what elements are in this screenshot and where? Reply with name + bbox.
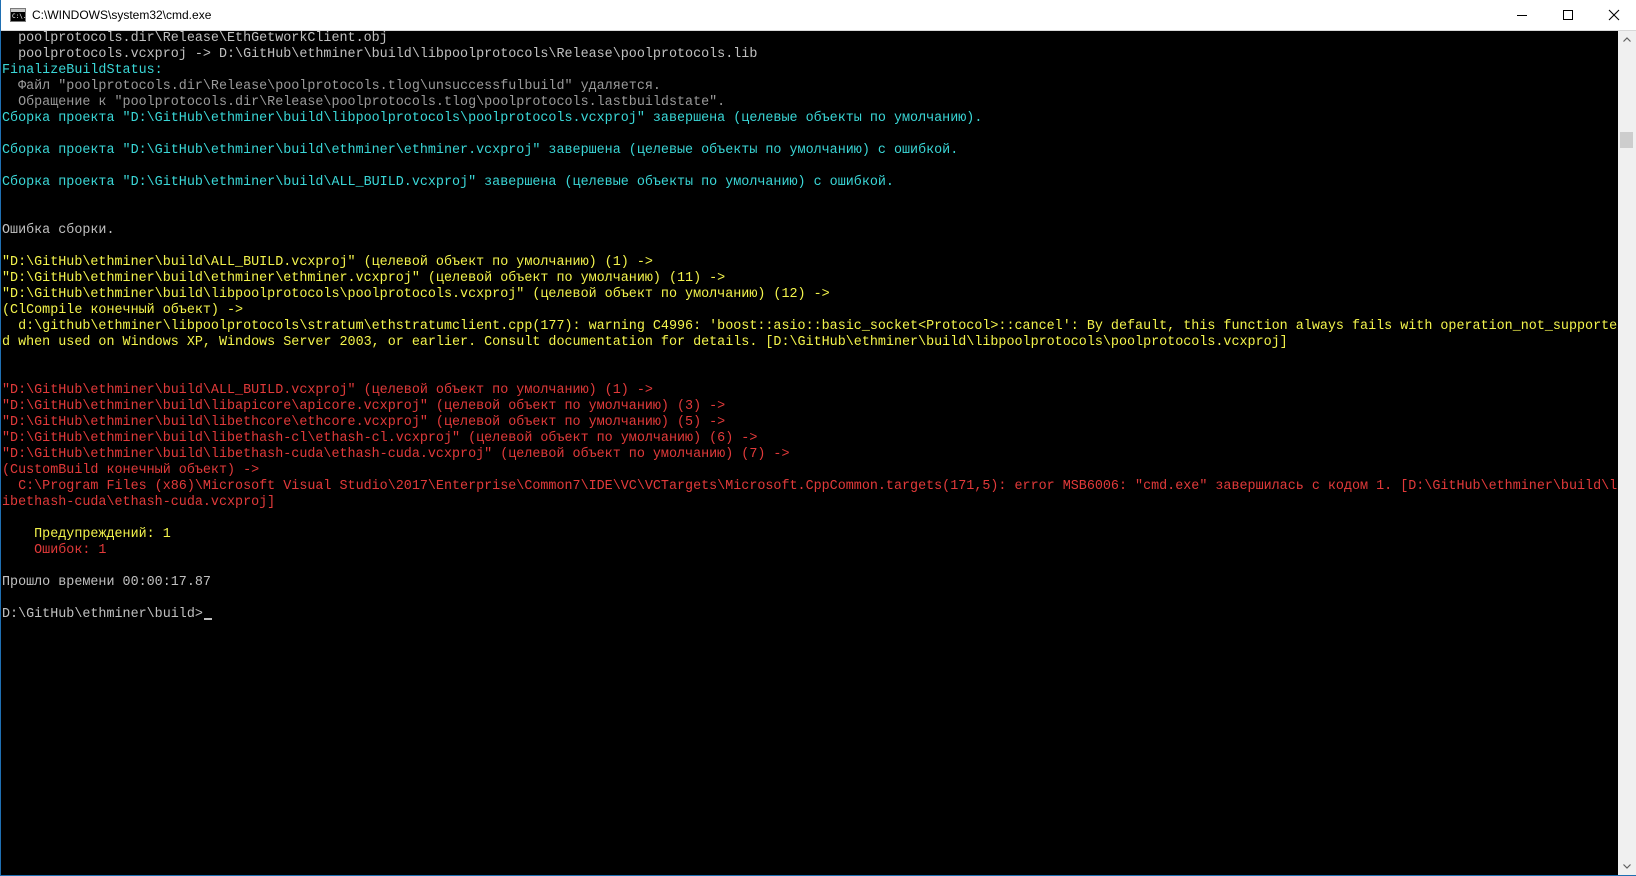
console-line: "D:\GitHub\ethminer\build\libethash-cuda… xyxy=(2,447,790,463)
console-line-text: Файл "poolprotocols.dir\Release\poolprot… xyxy=(2,79,661,94)
chevron-down-icon xyxy=(1623,864,1631,869)
console-line: Предупреждений: 1 xyxy=(2,527,171,543)
console-line: "D:\GitHub\ethminer\build\ethminer\ethmi… xyxy=(2,271,725,287)
console-line: Обращение к "poolprotocols.dir\Release\p… xyxy=(2,95,725,111)
console-app-icon[interactable]: C:\. xyxy=(10,8,26,22)
console-line: Ошибка сборки. xyxy=(2,223,115,239)
console-line-text: ibethash-cuda\ethash-cuda.vcxproj] xyxy=(2,495,276,510)
console-line: (CustomBuild конечный объект) -> xyxy=(2,463,259,479)
console-line-text: "D:\GitHub\ethminer\build\ALL_BUILD.vcxp… xyxy=(2,255,653,270)
console-line: Сборка проекта "D:\GitHub\ethminer\build… xyxy=(2,111,982,127)
command-prompt[interactable]: D:\GitHub\ethminer\build> xyxy=(2,607,212,623)
chevron-up-icon xyxy=(1623,37,1631,42)
console-line: "D:\GitHub\ethminer\build\libapicore\api… xyxy=(2,399,725,415)
vertical-scrollbar[interactable] xyxy=(1618,31,1636,875)
window-title: C:\WINDOWS\system32\cmd.exe xyxy=(32,8,212,22)
console-line: "D:\GitHub\ethminer\build\ALL_BUILD.vcxp… xyxy=(2,383,653,399)
console-line-text: Предупреждений: 1 xyxy=(2,527,171,542)
console-line: Прошло времени 00:00:17.87 xyxy=(2,575,211,591)
console-line: poolprotocols.vcxproj -> D:\GitHub\ethmi… xyxy=(2,47,757,63)
scroll-up-button[interactable] xyxy=(1618,31,1636,48)
scroll-down-button[interactable] xyxy=(1618,858,1636,875)
console-line: Сборка проекта "D:\GitHub\ethminer\build… xyxy=(2,143,958,159)
console-app-icon-text: C:\. xyxy=(12,13,27,20)
minimize-icon xyxy=(1517,15,1527,16)
console-line: C:\Program Files (x86)\Microsoft Visual … xyxy=(2,479,1617,495)
console-line: "D:\GitHub\ethminer\build\libethash-cl\e… xyxy=(2,431,757,447)
console-line-text: d:\github\ethminer\libpoolprotocols\stra… xyxy=(2,319,1618,334)
console-line-text: (ClCompile конечный объект) -> xyxy=(2,303,244,318)
console-line-text: "D:\GitHub\ethminer\build\libethcore\eth… xyxy=(2,415,726,430)
console-line-text: C:\Program Files (x86)\Microsoft Visual … xyxy=(2,479,1618,494)
console-line: d when used on Windows XP, Windows Serve… xyxy=(2,335,1288,351)
console-line-text: Сборка проекта "D:\GitHub\ethminer\build… xyxy=(2,143,959,158)
console-line: "D:\GitHub\ethminer\build\libpoolprotoco… xyxy=(2,287,830,303)
maximize-icon xyxy=(1563,10,1573,20)
scroll-thumb[interactable] xyxy=(1620,132,1633,148)
console-line-text: "D:\GitHub\ethminer\build\libapicore\api… xyxy=(2,399,726,414)
console-line-text: "D:\GitHub\ethminer\build\ALL_BUILD.vcxp… xyxy=(2,383,653,398)
title-bar[interactable]: C:\. C:\WINDOWS\system32\cmd.exe xyxy=(1,0,1636,31)
console-line: poolprotocols.dir\Release\EthGetworkClie… xyxy=(2,31,388,47)
close-icon xyxy=(1608,9,1620,21)
console-line-text: D:\GitHub\ethminer\build> xyxy=(2,607,203,622)
console-line-text: Ошибок: 1 xyxy=(2,543,107,558)
console-line-text: "D:\GitHub\ethminer\build\libethash-cl\e… xyxy=(2,431,758,446)
close-button[interactable] xyxy=(1591,0,1636,30)
console-line: (ClCompile конечный объект) -> xyxy=(2,303,243,319)
console-line-text: Ошибка сборки. xyxy=(2,223,115,238)
console-line-text: d when used on Windows XP, Windows Serve… xyxy=(2,335,1288,350)
console-line-text: Обращение к "poolprotocols.dir\Release\p… xyxy=(2,95,726,110)
console-line-text: (CustomBuild конечный объект) -> xyxy=(2,463,260,478)
console-line: "D:\GitHub\ethminer\build\ALL_BUILD.vcxp… xyxy=(2,255,653,271)
console-line: d:\github\ethminer\libpoolprotocols\stra… xyxy=(2,319,1617,335)
console-line-text: Прошло времени 00:00:17.87 xyxy=(2,575,211,590)
console-line: FinalizeBuildStatus: xyxy=(2,63,163,79)
console-line-text: Сборка проекта "D:\GitHub\ethminer\build… xyxy=(2,175,894,190)
text-cursor xyxy=(203,618,212,620)
console-app-icon-bar xyxy=(11,9,25,12)
console-output[interactable]: poolprotocols.dir\Release\EthGetworkClie… xyxy=(1,31,1618,875)
console-line-text: FinalizeBuildStatus: xyxy=(2,63,163,78)
console-line: "D:\GitHub\ethminer\build\libethcore\eth… xyxy=(2,415,725,431)
cmd-window: C:\. C:\WINDOWS\system32\cmd.exe poolpro… xyxy=(0,0,1636,876)
console-line-text: "D:\GitHub\ethminer\build\ethminer\ethmi… xyxy=(2,271,726,286)
console-line: Ошибок: 1 xyxy=(2,543,106,559)
console-line-text: poolprotocols.dir\Release\EthGetworkClie… xyxy=(2,31,388,46)
console-line: ibethash-cuda\ethash-cuda.vcxproj] xyxy=(2,495,275,511)
console-line: Файл "poolprotocols.dir\Release\poolprot… xyxy=(2,79,661,95)
console-line: Сборка проекта "D:\GitHub\ethminer\build… xyxy=(2,175,894,191)
console-line-text: poolprotocols.vcxproj -> D:\GitHub\ethmi… xyxy=(2,47,758,62)
console-line-text: "D:\GitHub\ethminer\build\libethash-cuda… xyxy=(2,447,790,462)
minimize-button[interactable] xyxy=(1499,0,1545,30)
console-line-text: Сборка проекта "D:\GitHub\ethminer\build… xyxy=(2,111,983,126)
maximize-button[interactable] xyxy=(1545,0,1591,30)
console-line-text: "D:\GitHub\ethminer\build\libpoolprotoco… xyxy=(2,287,830,302)
